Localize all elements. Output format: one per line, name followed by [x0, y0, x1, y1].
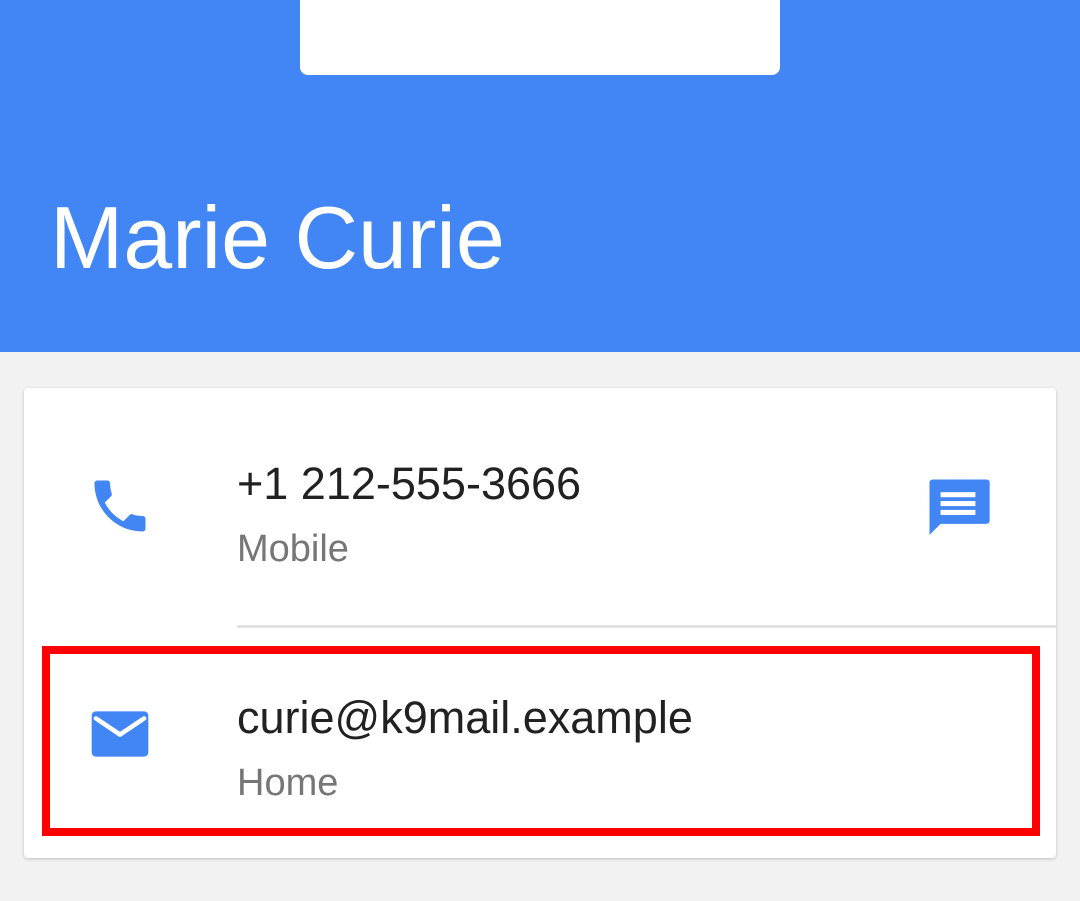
- email-icon: [86, 700, 154, 768]
- email-address: curie@k9mail.example: [237, 692, 693, 743]
- phone-entry[interactable]: +1 212-555-3666 Mobile: [24, 388, 1056, 626]
- phone-type-label: Mobile: [237, 528, 349, 570]
- contact-header: Marie Curie: [0, 0, 1080, 352]
- phone-icon: [86, 472, 154, 540]
- message-icon[interactable]: [920, 470, 996, 546]
- email-entry[interactable]: curie@k9mail.example Home: [24, 628, 1056, 858]
- header-photo-placeholder: [300, 0, 780, 75]
- phone-number: +1 212-555-3666: [237, 458, 582, 509]
- contact-details-card: +1 212-555-3666 Mobile curie@k9mail.exam…: [24, 388, 1056, 858]
- email-type-label: Home: [237, 762, 339, 804]
- contact-name: Marie Curie: [50, 188, 505, 287]
